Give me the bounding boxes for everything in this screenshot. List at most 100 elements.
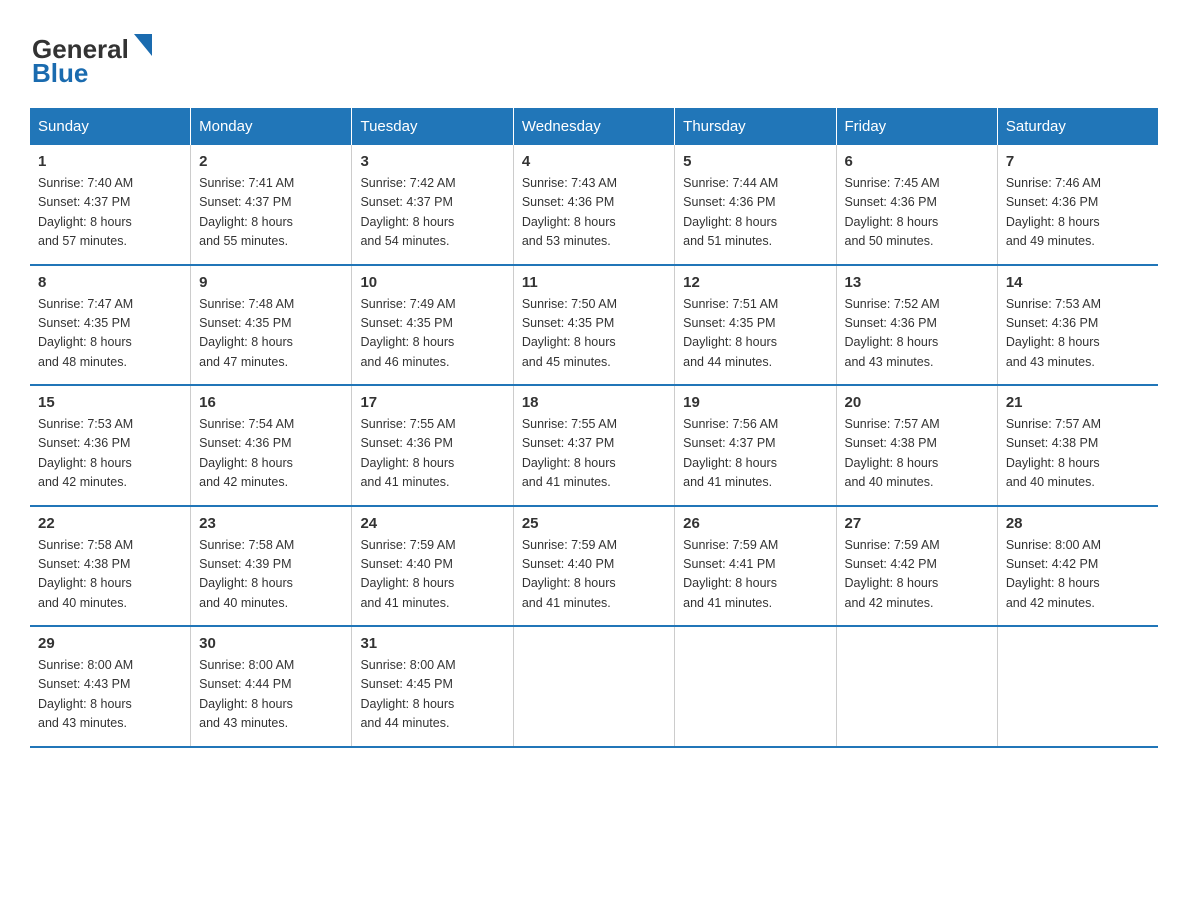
day-info: Sunrise: 7:57 AMSunset: 4:38 PMDaylight:… <box>845 415 989 493</box>
day-info: Sunrise: 7:59 AMSunset: 4:40 PMDaylight:… <box>360 536 504 614</box>
day-info: Sunrise: 7:50 AMSunset: 4:35 PMDaylight:… <box>522 295 666 373</box>
day-number: 14 <box>1006 274 1150 291</box>
calendar-cell: 28 Sunrise: 8:00 AMSunset: 4:42 PMDayligh… <box>997 506 1158 627</box>
day-info: Sunrise: 7:48 AMSunset: 4:35 PMDaylight:… <box>199 295 343 373</box>
day-info: Sunrise: 8:00 AMSunset: 4:45 PMDaylight:… <box>360 656 504 734</box>
day-number: 20 <box>845 394 989 411</box>
calendar-cell: 31Sunrise: 8:00 AMSunset: 4:45 PMDayligh… <box>352 626 513 747</box>
day-number: 5 <box>683 153 827 170</box>
calendar-cell: 1 Sunrise: 7:40 AMSunset: 4:37 PMDaylight… <box>30 145 191 265</box>
day-number: 22 <box>38 515 182 532</box>
day-info: Sunrise: 7:55 AMSunset: 4:37 PMDaylight:… <box>522 415 666 493</box>
calendar-cell: 27 Sunrise: 7:59 AMSunset: 4:42 PMDayligh… <box>836 506 997 627</box>
day-info: Sunrise: 8:00 AMSunset: 4:42 PMDaylight:… <box>1006 536 1150 614</box>
calendar-cell: 20 Sunrise: 7:57 AMSunset: 4:38 PMDayligh… <box>836 385 997 506</box>
calendar-week-2: 8Sunrise: 7:47 AMSunset: 4:35 PMDaylight… <box>30 265 1158 386</box>
calendar-cell: 21 Sunrise: 7:57 AMSunset: 4:38 PMDayligh… <box>997 385 1158 506</box>
day-info: Sunrise: 7:56 AMSunset: 4:37 PMDaylight:… <box>683 415 827 493</box>
day-number: 28 <box>1006 515 1150 532</box>
calendar-cell: 15 Sunrise: 7:53 AMSunset: 4:36 PMDayligh… <box>30 385 191 506</box>
day-info: Sunrise: 7:42 AMSunset: 4:37 PMDaylight:… <box>360 174 504 252</box>
calendar-cell: 4 Sunrise: 7:43 AMSunset: 4:36 PMDaylight… <box>513 145 674 265</box>
calendar-cell: 12Sunrise: 7:51 AMSunset: 4:35 PMDayligh… <box>675 265 836 386</box>
day-info: Sunrise: 7:45 AMSunset: 4:36 PMDaylight:… <box>845 174 989 252</box>
calendar-header-row: SundayMondayTuesdayWednesdayThursdayFrid… <box>30 108 1158 145</box>
day-info: Sunrise: 8:00 AMSunset: 4:43 PMDaylight:… <box>38 656 182 734</box>
day-number: 12 <box>683 274 827 291</box>
col-header-monday: Monday <box>191 108 352 145</box>
calendar-cell: 26 Sunrise: 7:59 AMSunset: 4:41 PMDayligh… <box>675 506 836 627</box>
col-header-sunday: Sunday <box>30 108 191 145</box>
page-header: General Blue <box>30 20 1158 90</box>
day-number: 3 <box>360 153 504 170</box>
day-number: 30 <box>199 635 343 652</box>
day-info: Sunrise: 7:53 AMSunset: 4:36 PMDaylight:… <box>38 415 182 493</box>
day-info: Sunrise: 8:00 AMSunset: 4:44 PMDaylight:… <box>199 656 343 734</box>
logo-svg: General Blue <box>30 20 160 90</box>
calendar-cell: 5Sunrise: 7:44 AMSunset: 4:36 PMDaylight… <box>675 145 836 265</box>
calendar-cell <box>836 626 997 747</box>
calendar-cell: 9Sunrise: 7:48 AMSunset: 4:35 PMDaylight… <box>191 265 352 386</box>
calendar-cell <box>513 626 674 747</box>
day-number: 16 <box>199 394 343 411</box>
calendar-cell: 16 Sunrise: 7:54 AMSunset: 4:36 PMDayligh… <box>191 385 352 506</box>
calendar-cell: 13Sunrise: 7:52 AMSunset: 4:36 PMDayligh… <box>836 265 997 386</box>
day-info: Sunrise: 7:40 AMSunset: 4:37 PMDaylight:… <box>38 174 182 252</box>
calendar-cell: 18 Sunrise: 7:55 AMSunset: 4:37 PMDayligh… <box>513 385 674 506</box>
day-number: 24 <box>360 515 504 532</box>
calendar-cell: 6 Sunrise: 7:45 AMSunset: 4:36 PMDaylight… <box>836 145 997 265</box>
logo: General Blue <box>30 20 160 90</box>
calendar-cell: 11 Sunrise: 7:50 AMSunset: 4:35 PMDayligh… <box>513 265 674 386</box>
calendar-week-4: 22 Sunrise: 7:58 AMSunset: 4:38 PMDayligh… <box>30 506 1158 627</box>
calendar-cell: 19 Sunrise: 7:56 AMSunset: 4:37 PMDayligh… <box>675 385 836 506</box>
day-info: Sunrise: 7:59 AMSunset: 4:40 PMDaylight:… <box>522 536 666 614</box>
day-number: 21 <box>1006 394 1150 411</box>
day-number: 15 <box>38 394 182 411</box>
day-number: 19 <box>683 394 827 411</box>
day-info: Sunrise: 7:59 AMSunset: 4:42 PMDaylight:… <box>845 536 989 614</box>
calendar-cell: 23 Sunrise: 7:58 AMSunset: 4:39 PMDayligh… <box>191 506 352 627</box>
day-info: Sunrise: 7:57 AMSunset: 4:38 PMDaylight:… <box>1006 415 1150 493</box>
day-number: 23 <box>199 515 343 532</box>
day-number: 1 <box>38 153 182 170</box>
day-info: Sunrise: 7:43 AMSunset: 4:36 PMDaylight:… <box>522 174 666 252</box>
day-info: Sunrise: 7:58 AMSunset: 4:38 PMDaylight:… <box>38 536 182 614</box>
calendar-week-1: 1 Sunrise: 7:40 AMSunset: 4:37 PMDaylight… <box>30 145 1158 265</box>
calendar-cell: 30 Sunrise: 8:00 AMSunset: 4:44 PMDayligh… <box>191 626 352 747</box>
day-number: 29 <box>38 635 182 652</box>
day-info: Sunrise: 7:55 AMSunset: 4:36 PMDaylight:… <box>360 415 504 493</box>
col-header-friday: Friday <box>836 108 997 145</box>
day-info: Sunrise: 7:52 AMSunset: 4:36 PMDaylight:… <box>845 295 989 373</box>
day-number: 25 <box>522 515 666 532</box>
day-info: Sunrise: 7:47 AMSunset: 4:35 PMDaylight:… <box>38 295 182 373</box>
day-number: 18 <box>522 394 666 411</box>
day-number: 7 <box>1006 153 1150 170</box>
day-info: Sunrise: 7:41 AMSunset: 4:37 PMDaylight:… <box>199 174 343 252</box>
col-header-thursday: Thursday <box>675 108 836 145</box>
calendar-cell: 2 Sunrise: 7:41 AMSunset: 4:37 PMDaylight… <box>191 145 352 265</box>
day-number: 11 <box>522 274 666 291</box>
col-header-wednesday: Wednesday <box>513 108 674 145</box>
day-number: 4 <box>522 153 666 170</box>
calendar-cell: 22 Sunrise: 7:58 AMSunset: 4:38 PMDayligh… <box>30 506 191 627</box>
calendar-cell <box>675 626 836 747</box>
calendar-cell: 24 Sunrise: 7:59 AMSunset: 4:40 PMDayligh… <box>352 506 513 627</box>
day-info: Sunrise: 7:54 AMSunset: 4:36 PMDaylight:… <box>199 415 343 493</box>
day-info: Sunrise: 7:58 AMSunset: 4:39 PMDaylight:… <box>199 536 343 614</box>
calendar-cell: 3 Sunrise: 7:42 AMSunset: 4:37 PMDaylight… <box>352 145 513 265</box>
col-header-saturday: Saturday <box>997 108 1158 145</box>
calendar-cell: 8Sunrise: 7:47 AMSunset: 4:35 PMDaylight… <box>30 265 191 386</box>
day-info: Sunrise: 7:53 AMSunset: 4:36 PMDaylight:… <box>1006 295 1150 373</box>
calendar-table: SundayMondayTuesdayWednesdayThursdayFrid… <box>30 108 1158 748</box>
day-info: Sunrise: 7:59 AMSunset: 4:41 PMDaylight:… <box>683 536 827 614</box>
calendar-cell: 14 Sunrise: 7:53 AMSunset: 4:36 PMDayligh… <box>997 265 1158 386</box>
day-number: 2 <box>199 153 343 170</box>
calendar-cell: 25 Sunrise: 7:59 AMSunset: 4:40 PMDayligh… <box>513 506 674 627</box>
day-number: 26 <box>683 515 827 532</box>
svg-text:Blue: Blue <box>32 58 88 88</box>
day-number: 17 <box>360 394 504 411</box>
day-number: 27 <box>845 515 989 532</box>
day-number: 6 <box>845 153 989 170</box>
day-info: Sunrise: 7:46 AMSunset: 4:36 PMDaylight:… <box>1006 174 1150 252</box>
calendar-week-5: 29 Sunrise: 8:00 AMSunset: 4:43 PMDayligh… <box>30 626 1158 747</box>
